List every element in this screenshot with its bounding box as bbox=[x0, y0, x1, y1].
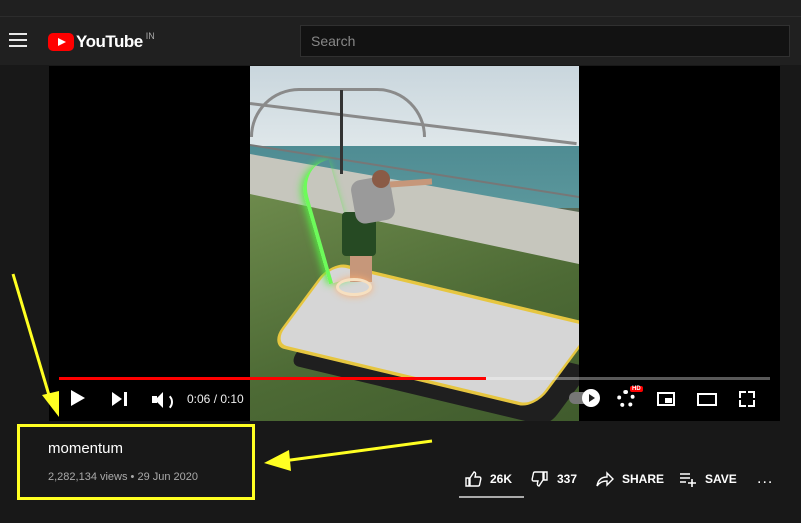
video-player[interactable]: 0:06 / 0:10 HD bbox=[49, 66, 780, 421]
next-icon[interactable] bbox=[112, 392, 127, 406]
video-person-head bbox=[372, 170, 390, 188]
video-landing-ring bbox=[336, 278, 372, 296]
annotation-arrow-right bbox=[264, 439, 433, 471]
play-icon[interactable] bbox=[71, 390, 85, 406]
autoplay-play-icon bbox=[582, 389, 600, 407]
progress-fill bbox=[59, 377, 486, 380]
search-box[interactable] bbox=[300, 25, 790, 57]
settings-gear-icon[interactable] bbox=[617, 390, 635, 408]
theater-mode-icon[interactable] bbox=[697, 393, 717, 406]
fullscreen-icon[interactable] bbox=[739, 391, 755, 407]
youtube-play-logo-icon bbox=[48, 33, 74, 51]
like-button[interactable]: 26K bbox=[464, 470, 512, 488]
like-ratio-bar bbox=[459, 496, 524, 498]
browser-top-strip bbox=[0, 0, 801, 17]
youtube-logo[interactable]: YouTube IN bbox=[48, 31, 155, 53]
share-button[interactable]: SHARE bbox=[596, 470, 664, 488]
thumbs-up-icon bbox=[465, 471, 482, 487]
dislike-count: 337 bbox=[557, 472, 578, 486]
views-and-date: 2,282,134 views • 29 Jun 2020 bbox=[48, 471, 199, 483]
video-title: momentum bbox=[48, 440, 124, 457]
share-label: SHARE bbox=[622, 472, 665, 486]
save-label: SAVE bbox=[705, 472, 737, 486]
share-arrow-icon bbox=[596, 471, 614, 487]
video-frame[interactable] bbox=[250, 66, 579, 421]
logo-country-code: IN bbox=[145, 31, 155, 41]
save-button[interactable]: SAVE bbox=[679, 470, 737, 488]
autoplay-toggle[interactable] bbox=[569, 389, 600, 407]
save-playlist-icon bbox=[680, 473, 696, 487]
miniplayer-icon[interactable] bbox=[657, 392, 675, 406]
hd-badge: HD bbox=[630, 386, 643, 392]
progress-bar[interactable] bbox=[59, 377, 770, 380]
like-count: 26K bbox=[490, 472, 513, 486]
dislike-button[interactable]: 337 bbox=[531, 470, 577, 488]
player-controls: 0:06 / 0:10 HD bbox=[49, 383, 780, 419]
more-actions-button[interactable]: ... bbox=[757, 470, 773, 488]
hamburger-menu-icon[interactable] bbox=[9, 33, 27, 47]
time-display: 0:06 / 0:10 bbox=[187, 392, 244, 406]
annotation-highlight-box bbox=[17, 424, 255, 500]
video-lamp-post bbox=[340, 90, 343, 174]
masthead: YouTube IN bbox=[0, 17, 801, 65]
logo-text: YouTube bbox=[76, 32, 143, 51]
search-input[interactable] bbox=[301, 26, 789, 56]
thumbs-down-icon bbox=[531, 471, 548, 487]
